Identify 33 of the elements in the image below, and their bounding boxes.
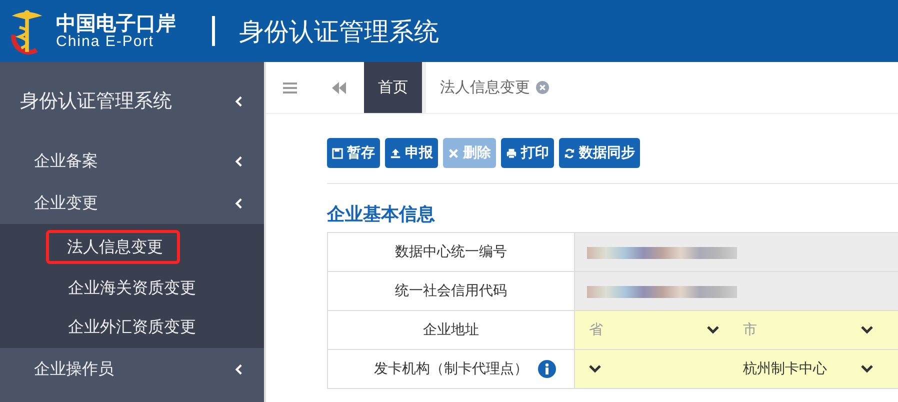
sidebar-subitem[interactable]: 法人信息变更 bbox=[46, 230, 180, 264]
upload-icon bbox=[390, 148, 401, 158]
tab[interactable]: 法人信息变更 bbox=[422, 62, 898, 113]
sidebar-item[interactable]: 企业备案 bbox=[34, 150, 98, 172]
form-label-cell: 统一社会信用代码 bbox=[328, 272, 574, 310]
printer-icon bbox=[506, 148, 517, 158]
toolbar-button[interactable]: 数据同步 bbox=[559, 138, 640, 168]
sidebar-item[interactable]: 企业操作员 bbox=[34, 358, 114, 380]
sidebar-subitem[interactable]: 企业海关资质变更 bbox=[46, 268, 196, 307]
close-icon bbox=[448, 148, 459, 158]
chevron-left-icon[interactable] bbox=[235, 364, 242, 374]
form-label-cell: 发卡机构（制卡代理点） bbox=[328, 350, 574, 388]
logo-english-text: China E-Port bbox=[56, 34, 155, 50]
info-icon[interactable] bbox=[538, 360, 556, 378]
sidebar-subitem[interactable]: 企业外汇资质变更 bbox=[46, 307, 196, 346]
chevron-left-icon[interactable] bbox=[235, 198, 242, 208]
toolbar-button[interactable]: 暂存 bbox=[327, 138, 380, 168]
sidebar-item[interactable]: 企业变更 bbox=[34, 192, 98, 214]
form-label-cell: 企业地址 bbox=[328, 310, 574, 350]
logo-chinese-text: 中国电子口岸 bbox=[56, 12, 176, 34]
chevron-left-icon[interactable] bbox=[235, 96, 242, 106]
sidebar-title: 身份认证管理系统 bbox=[20, 89, 172, 114]
select-field[interactable]: 杭州制卡中心 bbox=[729, 350, 883, 388]
form-label-cell: 数据中心统一编号 bbox=[328, 232, 574, 272]
refresh-icon bbox=[564, 148, 575, 158]
menu-icon[interactable] bbox=[283, 82, 297, 94]
double-left-arrow-icon[interactable] bbox=[332, 82, 346, 94]
tab[interactable]: 首页 bbox=[364, 62, 422, 113]
system-title: 身份认证管理系统 bbox=[239, 16, 439, 48]
toolbar-button[interactable]: 打印 bbox=[501, 138, 554, 168]
toolbar-button[interactable]: 申报 bbox=[385, 138, 438, 168]
section-title: 企业基本信息 bbox=[327, 203, 436, 226]
chevron-left-icon[interactable] bbox=[235, 156, 242, 166]
